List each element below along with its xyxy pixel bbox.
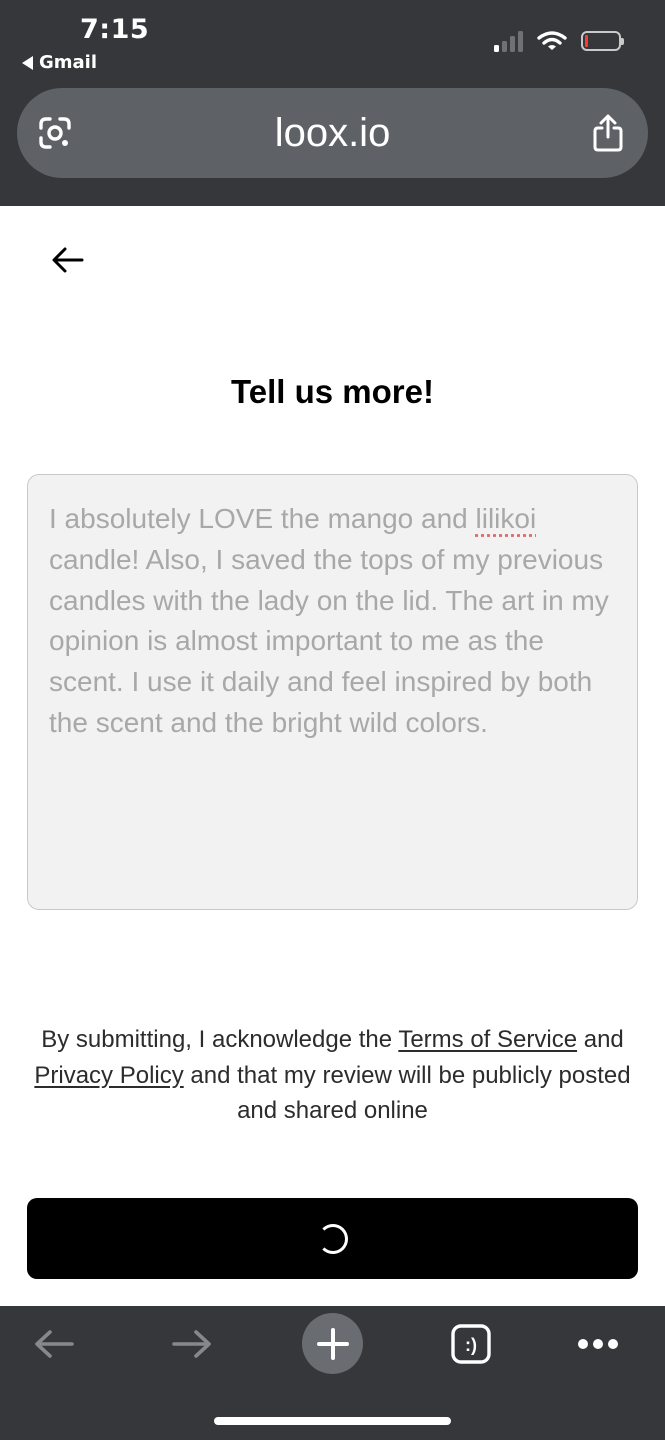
tab-switcher-icon: :)	[451, 1324, 491, 1364]
status-time: 7:15	[80, 14, 150, 45]
back-to-app-label: Gmail	[39, 52, 98, 73]
wifi-icon	[537, 31, 567, 50]
battery-icon	[581, 31, 624, 51]
browser-back-button[interactable]	[24, 1314, 84, 1374]
legal-prefix: By submitting, I acknowledge the	[41, 1026, 399, 1053]
review-textarea[interactable]: I absolutely LOVE the mango and lilikoi …	[27, 474, 638, 910]
back-arrow-icon[interactable]	[50, 242, 86, 278]
browser-forward-button[interactable]	[162, 1314, 222, 1374]
plus-icon	[316, 1327, 349, 1360]
back-triangle-icon	[22, 55, 33, 70]
tab-switcher-button[interactable]: :)	[441, 1314, 501, 1374]
browser-menu-button[interactable]	[568, 1314, 628, 1374]
browser-toolbar: :)	[0, 1306, 665, 1440]
review-text-part: I absolutely LOVE the mango and	[49, 503, 476, 534]
submit-button[interactable]	[27, 1198, 638, 1279]
more-icon	[578, 1339, 618, 1349]
legal-middle: and	[577, 1026, 624, 1053]
privacy-policy-link[interactable]: Privacy Policy	[34, 1062, 183, 1089]
cellular-signal-icon	[494, 30, 523, 52]
back-arrow-icon	[35, 1330, 74, 1358]
browser-top-chrome: 7:15 Gmail loox.io	[0, 0, 665, 206]
terms-of-service-link[interactable]: Terms of Service	[398, 1026, 577, 1053]
review-text-part: candle! Also, I saved the tops of my pre…	[49, 543, 609, 738]
address-bar[interactable]: loox.io	[17, 88, 648, 178]
legal-disclaimer: By submitting, I acknowledge the Terms o…	[20, 1022, 645, 1129]
page-title: Tell us more!	[231, 373, 434, 410]
forward-arrow-icon	[172, 1330, 211, 1358]
status-indicators	[494, 30, 624, 52]
new-tab-button[interactable]	[302, 1313, 363, 1374]
share-icon[interactable]	[590, 113, 626, 153]
tab-switcher-label: :)	[465, 1335, 477, 1355]
url-text: loox.io	[274, 110, 391, 155]
legal-suffix: and that my review will be publicly post…	[183, 1061, 631, 1125]
battery-level	[585, 35, 588, 47]
review-page: Tell us more! I absolutely LOVE the mang…	[0, 206, 665, 1306]
back-to-app-link[interactable]: Gmail	[22, 52, 97, 73]
loading-spinner-icon	[317, 1223, 348, 1254]
misspelled-word: lilikoi	[475, 503, 537, 534]
home-indicator[interactable]	[214, 1417, 451, 1425]
